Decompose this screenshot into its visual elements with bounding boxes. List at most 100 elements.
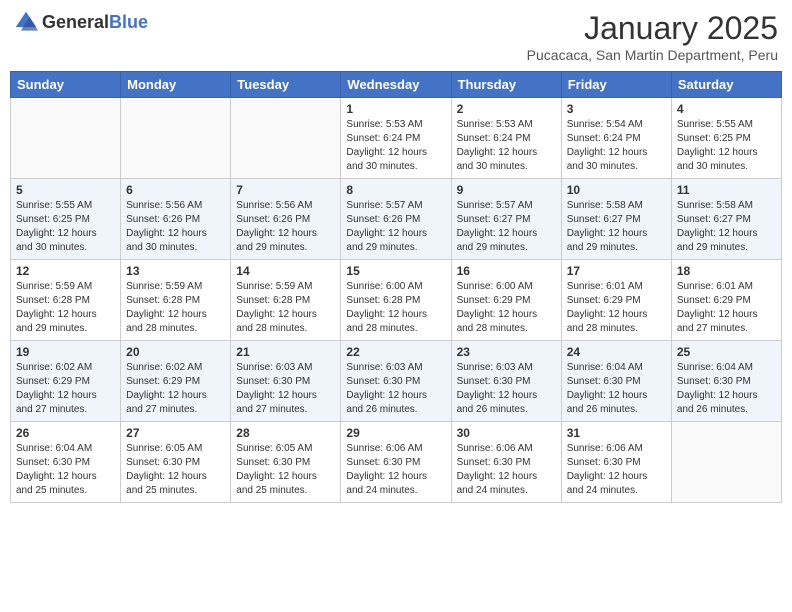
- location-subtitle: Pucacaca, San Martin Department, Peru: [527, 47, 778, 63]
- weekday-header-row: SundayMondayTuesdayWednesdayThursdayFrid…: [11, 72, 782, 98]
- page-header: GeneralBlue January 2025 Pucacaca, San M…: [10, 10, 782, 63]
- calendar-cell: 2Sunrise: 5:53 AM Sunset: 6:24 PM Daylig…: [451, 98, 561, 179]
- calendar-cell: [121, 98, 231, 179]
- day-number: 22: [346, 345, 445, 359]
- day-info: Sunrise: 5:56 AM Sunset: 6:26 PM Dayligh…: [126, 199, 225, 255]
- day-info: Sunrise: 5:58 AM Sunset: 6:27 PM Dayligh…: [567, 199, 666, 255]
- day-number: 5: [16, 183, 115, 197]
- day-info: Sunrise: 6:05 AM Sunset: 6:30 PM Dayligh…: [236, 442, 335, 498]
- day-number: 24: [567, 345, 666, 359]
- day-number: 4: [677, 102, 776, 116]
- day-number: 9: [457, 183, 556, 197]
- calendar-cell: 12Sunrise: 5:59 AM Sunset: 6:28 PM Dayli…: [11, 260, 121, 341]
- day-number: 25: [677, 345, 776, 359]
- calendar-week-5: 26 Sunrise: 6:04 AM Sunset: 6:30 PM Dayli…: [11, 422, 782, 503]
- day-info: Sunrise: 5:53 AM Sunset: 6:24 PM Dayligh…: [346, 118, 445, 174]
- day-info: Sunrise: 5:58 AM Sunset: 6:27 PM Dayligh…: [677, 199, 776, 255]
- calendar-week-3: 12Sunrise: 5:59 AM Sunset: 6:28 PM Dayli…: [11, 260, 782, 341]
- day-info: Sunrise: 5:57 AM Sunset: 6:27 PM Dayligh…: [457, 199, 556, 255]
- calendar-cell: 5 Sunrise: 5:55 AM Sunset: 6:25 PM Daylig…: [11, 179, 121, 260]
- calendar-cell: 7Sunrise: 5:56 AM Sunset: 6:26 PM Daylig…: [231, 179, 341, 260]
- day-info: Sunrise: 6:05 AM Sunset: 6:30 PM Dayligh…: [126, 442, 225, 498]
- weekday-header-monday: Monday: [121, 72, 231, 98]
- day-info: Sunrise: 5:59 AM Sunset: 6:28 PM Dayligh…: [126, 280, 225, 336]
- logo-blue: Blue: [109, 12, 148, 32]
- calendar-cell: 28Sunrise: 6:05 AM Sunset: 6:30 PM Dayli…: [231, 422, 341, 503]
- day-info: Sunrise: 6:04 AM Sunset: 6:30 PM Dayligh…: [677, 361, 776, 417]
- day-info: Sunrise: 6:01 AM Sunset: 6:29 PM Dayligh…: [677, 280, 776, 336]
- calendar-cell: 29Sunrise: 6:06 AM Sunset: 6:30 PM Dayli…: [341, 422, 451, 503]
- calendar-cell: 8 Sunrise: 5:57 AM Sunset: 6:26 PM Daylig…: [341, 179, 451, 260]
- day-info: Sunrise: 6:04 AM Sunset: 6:30 PM Dayligh…: [567, 361, 666, 417]
- calendar-week-1: 1 Sunrise: 5:53 AM Sunset: 6:24 PM Daylig…: [11, 98, 782, 179]
- day-number: 10: [567, 183, 666, 197]
- day-info: Sunrise: 6:03 AM Sunset: 6:30 PM Dayligh…: [457, 361, 556, 417]
- day-info: Sunrise: 6:00 AM Sunset: 6:28 PM Dayligh…: [346, 280, 445, 336]
- calendar-cell: 15Sunrise: 6:00 AM Sunset: 6:28 PM Dayli…: [341, 260, 451, 341]
- day-info: Sunrise: 5:57 AM Sunset: 6:26 PM Dayligh…: [346, 199, 445, 255]
- calendar-cell: 4 Sunrise: 5:55 AM Sunset: 6:25 PM Daylig…: [671, 98, 781, 179]
- day-number: 2: [457, 102, 556, 116]
- day-number: 26: [16, 426, 115, 440]
- title-block: January 2025 Pucacaca, San Martin Depart…: [527, 10, 778, 63]
- calendar-cell: 24 Sunrise: 6:04 AM Sunset: 6:30 PM Dayli…: [561, 341, 671, 422]
- calendar-cell: 26 Sunrise: 6:04 AM Sunset: 6:30 PM Dayli…: [11, 422, 121, 503]
- day-info: Sunrise: 6:02 AM Sunset: 6:29 PM Dayligh…: [16, 361, 115, 417]
- day-info: Sunrise: 5:59 AM Sunset: 6:28 PM Dayligh…: [16, 280, 115, 336]
- day-info: Sunrise: 5:54 AM Sunset: 6:24 PM Dayligh…: [567, 118, 666, 174]
- calendar-cell: [231, 98, 341, 179]
- month-title: January 2025: [527, 10, 778, 47]
- calendar-cell: 16Sunrise: 6:00 AM Sunset: 6:29 PM Dayli…: [451, 260, 561, 341]
- day-info: Sunrise: 6:03 AM Sunset: 6:30 PM Dayligh…: [346, 361, 445, 417]
- day-info: Sunrise: 5:55 AM Sunset: 6:25 PM Dayligh…: [677, 118, 776, 174]
- day-info: Sunrise: 6:03 AM Sunset: 6:30 PM Dayligh…: [236, 361, 335, 417]
- calendar-table: SundayMondayTuesdayWednesdayThursdayFrid…: [10, 71, 782, 503]
- calendar-cell: 22 Sunrise: 6:03 AM Sunset: 6:30 PM Dayli…: [341, 341, 451, 422]
- calendar-cell: 31Sunrise: 6:06 AM Sunset: 6:30 PM Dayli…: [561, 422, 671, 503]
- day-number: 11: [677, 183, 776, 197]
- calendar-cell: 17Sunrise: 6:01 AM Sunset: 6:29 PM Dayli…: [561, 260, 671, 341]
- calendar-cell: 14 Sunrise: 5:59 AM Sunset: 6:28 PM Dayli…: [231, 260, 341, 341]
- calendar-cell: 19 Sunrise: 6:02 AM Sunset: 6:29 PM Dayli…: [11, 341, 121, 422]
- day-number: 7: [236, 183, 335, 197]
- calendar-cell: 9 Sunrise: 5:57 AM Sunset: 6:27 PM Daylig…: [451, 179, 561, 260]
- calendar-week-2: 5 Sunrise: 5:55 AM Sunset: 6:25 PM Daylig…: [11, 179, 782, 260]
- calendar-cell: 25 Sunrise: 6:04 AM Sunset: 6:30 PM Dayli…: [671, 341, 781, 422]
- calendar-cell: 30 Sunrise: 6:06 AM Sunset: 6:30 PM Dayli…: [451, 422, 561, 503]
- day-number: 21: [236, 345, 335, 359]
- calendar-cell: [671, 422, 781, 503]
- day-info: Sunrise: 6:04 AM Sunset: 6:30 PM Dayligh…: [16, 442, 115, 498]
- day-number: 6: [126, 183, 225, 197]
- day-info: Sunrise: 5:59 AM Sunset: 6:28 PM Dayligh…: [236, 280, 335, 336]
- calendar-cell: 18 Sunrise: 6:01 AM Sunset: 6:29 PM Dayli…: [671, 260, 781, 341]
- day-number: 1: [346, 102, 445, 116]
- day-info: Sunrise: 6:06 AM Sunset: 6:30 PM Dayligh…: [457, 442, 556, 498]
- calendar-cell: 27Sunrise: 6:05 AM Sunset: 6:30 PM Dayli…: [121, 422, 231, 503]
- day-info: Sunrise: 6:06 AM Sunset: 6:30 PM Dayligh…: [567, 442, 666, 498]
- weekday-header-friday: Friday: [561, 72, 671, 98]
- calendar-cell: 3 Sunrise: 5:54 AM Sunset: 6:24 PM Daylig…: [561, 98, 671, 179]
- day-info: Sunrise: 6:02 AM Sunset: 6:29 PM Dayligh…: [126, 361, 225, 417]
- calendar-cell: 21 Sunrise: 6:03 AM Sunset: 6:30 PM Dayli…: [231, 341, 341, 422]
- day-number: 14: [236, 264, 335, 278]
- calendar-cell: 6 Sunrise: 5:56 AM Sunset: 6:26 PM Daylig…: [121, 179, 231, 260]
- day-number: 18: [677, 264, 776, 278]
- logo-general: General: [42, 12, 109, 32]
- day-number: 30: [457, 426, 556, 440]
- day-number: 3: [567, 102, 666, 116]
- calendar-cell: 10 Sunrise: 5:58 AM Sunset: 6:27 PM Dayli…: [561, 179, 671, 260]
- weekday-header-thursday: Thursday: [451, 72, 561, 98]
- weekday-header-sunday: Sunday: [11, 72, 121, 98]
- day-number: 13: [126, 264, 225, 278]
- calendar-cell: 11 Sunrise: 5:58 AM Sunset: 6:27 PM Dayli…: [671, 179, 781, 260]
- day-number: 16: [457, 264, 556, 278]
- day-number: 19: [16, 345, 115, 359]
- weekday-header-wednesday: Wednesday: [341, 72, 451, 98]
- day-number: 23: [457, 345, 556, 359]
- day-info: Sunrise: 5:55 AM Sunset: 6:25 PM Dayligh…: [16, 199, 115, 255]
- day-info: Sunrise: 6:01 AM Sunset: 6:29 PM Dayligh…: [567, 280, 666, 336]
- logo-icon: [14, 10, 38, 34]
- calendar-week-4: 19 Sunrise: 6:02 AM Sunset: 6:29 PM Dayli…: [11, 341, 782, 422]
- calendar-cell: 23 Sunrise: 6:03 AM Sunset: 6:30 PM Dayli…: [451, 341, 561, 422]
- day-number: 8: [346, 183, 445, 197]
